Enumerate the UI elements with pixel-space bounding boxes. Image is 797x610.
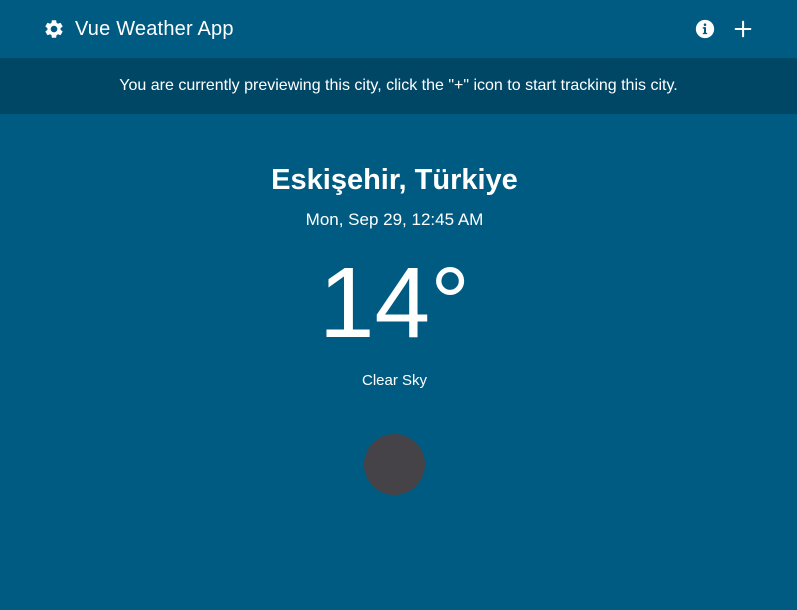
weather-overview: Eskişehir, Türkiye Mon, Sep 29, 12:45 AM…: [0, 114, 797, 610]
brand[interactable]: Vue Weather App: [42, 17, 234, 41]
city-name: Eskişehir, Türkiye: [271, 164, 518, 196]
gear-icon: [42, 17, 66, 41]
clear-sky-icon: [364, 434, 425, 495]
preview-banner-text: You are currently previewing this city, …: [119, 77, 678, 94]
current-temperature: 14°: [318, 247, 471, 359]
info-icon[interactable]: [693, 17, 717, 41]
plus-icon[interactable]: [731, 17, 755, 41]
local-datetime: Mon, Sep 29, 12:45 AM: [305, 210, 484, 229]
app-header: Vue Weather App: [0, 0, 797, 58]
header-actions: [693, 17, 755, 41]
app-title: Vue Weather App: [75, 18, 234, 40]
weather-condition: Clear Sky: [361, 372, 428, 389]
preview-banner: You are currently previewing this city, …: [0, 58, 797, 114]
